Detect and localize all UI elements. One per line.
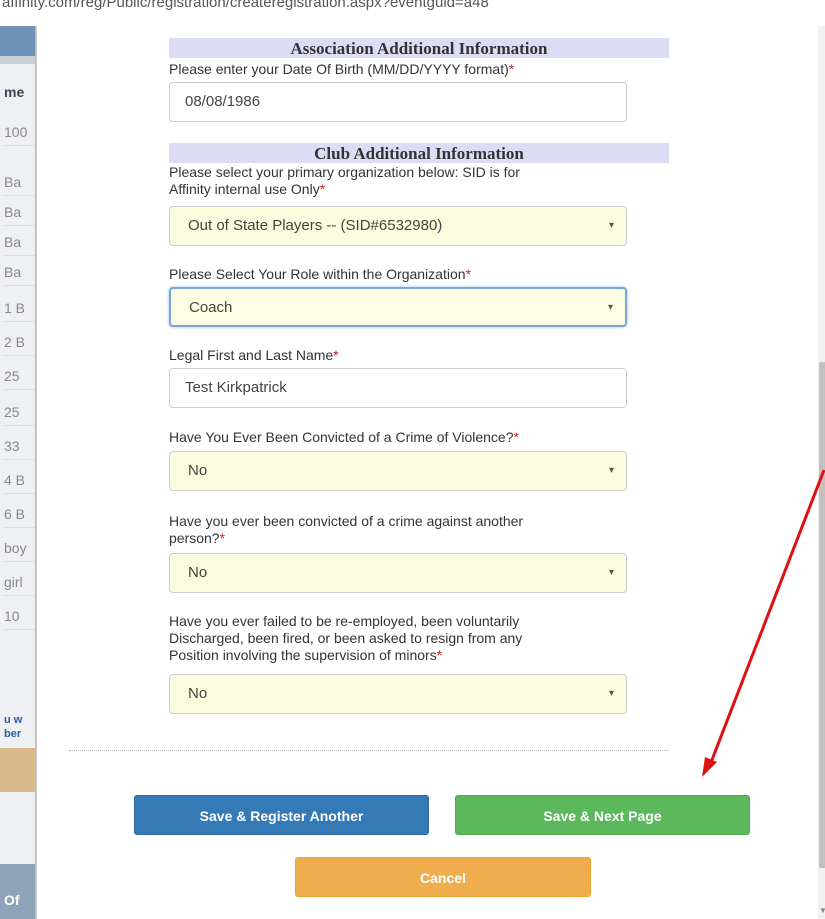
annotation-arrow [702, 469, 825, 777]
annotation-arrow-head [702, 757, 717, 777]
annotation-arrow-line [708, 469, 825, 766]
